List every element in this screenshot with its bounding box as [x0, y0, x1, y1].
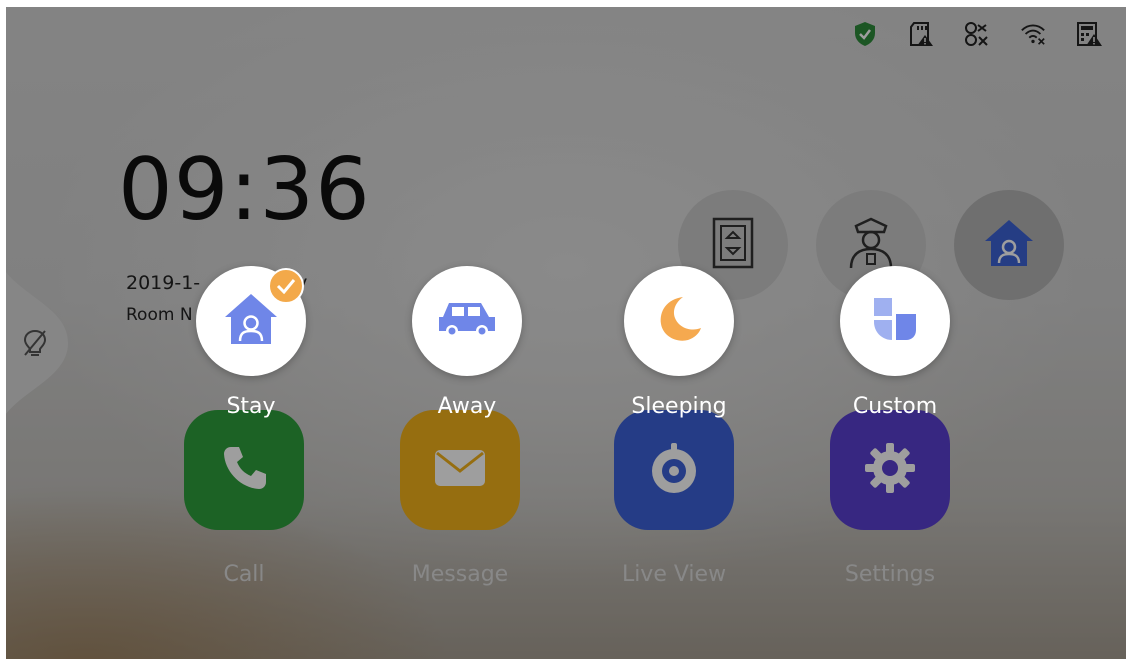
moon-icon	[653, 293, 705, 349]
stay-home-icon	[221, 291, 281, 351]
mode-custom-button[interactable]	[840, 266, 950, 376]
mode-away-button[interactable]	[412, 266, 522, 376]
car-icon	[435, 299, 499, 343]
custom-blocks-icon	[868, 292, 922, 350]
mode-away-label: Away	[437, 394, 497, 419]
mode-stay-label: Stay	[226, 394, 276, 419]
modal-overlay[interactable]	[6, 7, 1126, 659]
mode-custom-label: Custom	[852, 394, 938, 419]
mode-sleeping-button[interactable]	[624, 266, 734, 376]
mode-sleeping-label: Sleeping	[631, 394, 727, 419]
selected-check-icon	[268, 268, 304, 304]
home-screen: 09:36 2019-1-y Room N Call Message	[6, 7, 1126, 659]
